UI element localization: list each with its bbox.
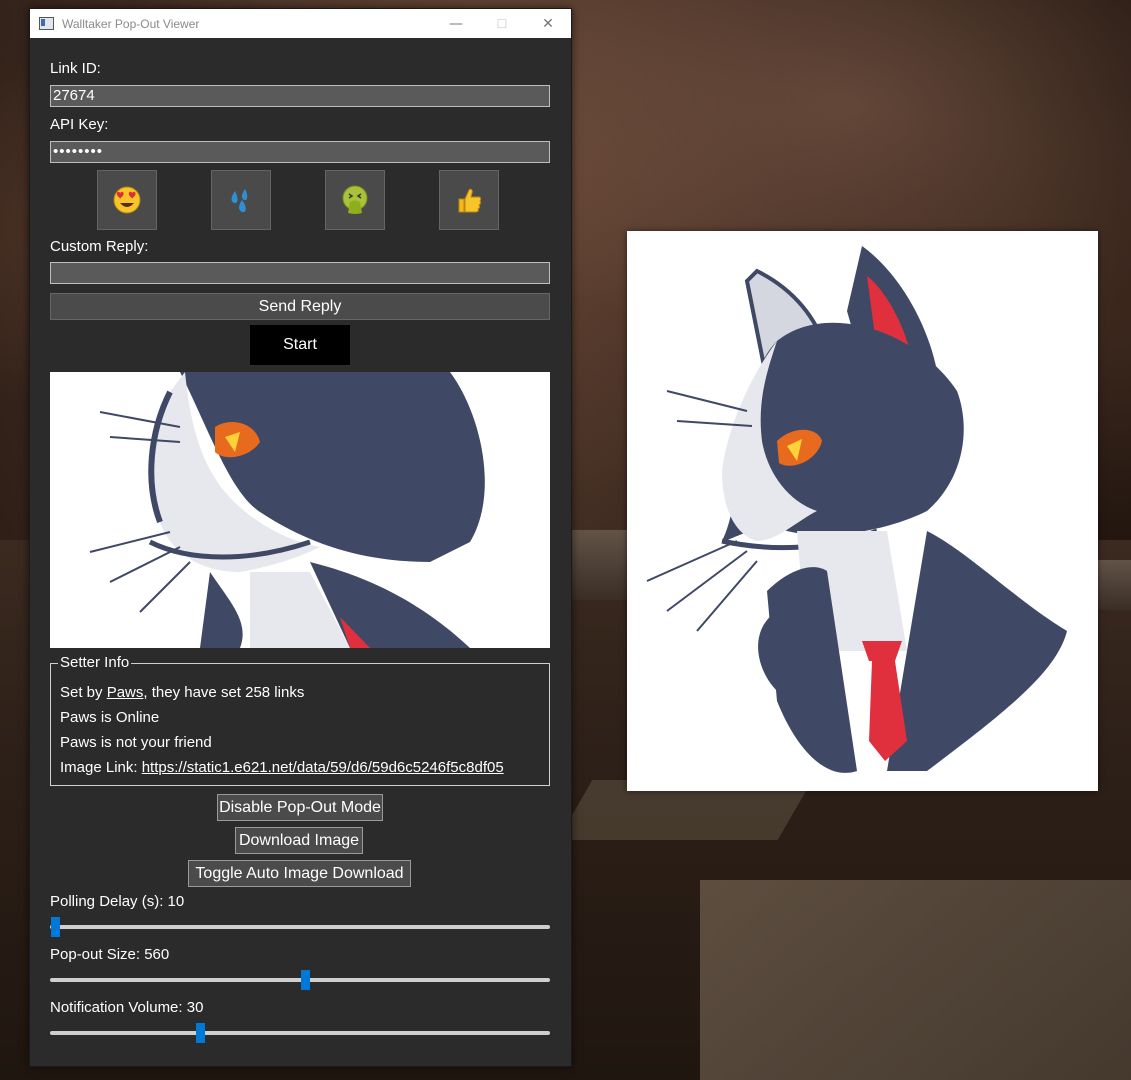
thumbs-up-emoji-icon [458,188,482,213]
notification-volume-slider[interactable] [50,1023,550,1043]
setter-info-group: Set by Paws, they have set 258 links Paw… [50,654,550,786]
link-id-label: Link ID: [50,60,101,77]
popout-size-slider[interactable] [50,970,550,990]
popout-image-window [627,231,1098,791]
popout-size-label: Pop-out Size: 560 [50,946,170,963]
sweat-droplets-emoji-icon [231,189,248,213]
disable-popout-button[interactable]: Disable Pop-Out Mode [217,794,383,821]
reaction-button-disgust[interactable] [325,170,385,230]
setter-info-legend: Setter Info [58,654,132,671]
title-bar[interactable]: Walltaker Pop-Out Viewer — ☐ ✕ [30,9,571,38]
image-link-label: Image Link: [60,759,142,776]
app-window-icon [39,17,54,30]
link-id-field[interactable]: 27674 [50,85,550,107]
notification-volume-label: Notification Volume: 30 [50,999,204,1016]
window-title: Walltaker Pop-Out Viewer [62,16,200,31]
online-status: Paws is Online [60,709,160,726]
reaction-button-ok[interactable] [439,170,499,230]
image-link[interactable]: https://static1.e621.net/data/59/d6/59d6… [142,759,504,776]
friend-status: Paws is not your friend [60,734,212,751]
maximize-button[interactable]: ☐ [479,9,525,38]
polling-delay-thumb[interactable] [51,917,60,937]
window-content: Link ID: 27674 API Key: •••••••• Custom … [30,38,571,1066]
heart-eyes-emoji-icon [113,186,141,214]
start-button[interactable]: Start [250,325,350,365]
polling-delay-slider[interactable] [50,917,550,937]
popout-size-thumb[interactable] [301,970,310,990]
custom-reply-field[interactable] [50,262,550,284]
reaction-button-love[interactable] [97,170,157,230]
api-key-label: API Key: [50,116,109,133]
image-link-line: Image Link: https://static1.e621.net/dat… [60,759,504,776]
polling-delay-label: Polling Delay (s): 10 [50,893,185,910]
set-by-suffix: , they have set 258 links [143,684,305,701]
desktop-wallpaper-building [1095,560,1131,610]
download-image-button[interactable]: Download Image [235,827,363,854]
image-preview [50,372,550,648]
custom-reply-label: Custom Reply: [50,238,149,255]
desktop-wallpaper-road [700,880,1131,1080]
reaction-button-horny[interactable] [211,170,271,230]
set-by-line: Set by Paws, they have set 258 links [60,684,304,701]
artwork-popout-image [627,231,1098,791]
desktop-wallpaper-building [570,530,630,600]
viewer-window: Walltaker Pop-Out Viewer — ☐ ✕ Link ID: … [29,8,572,1067]
setter-info-content: Set by Paws, they have set 258 links Paw… [51,664,547,785]
window-controls: — ☐ ✕ [433,9,571,38]
notification-volume-thumb[interactable] [196,1023,205,1043]
api-key-field[interactable]: •••••••• [50,141,550,163]
close-button[interactable]: ✕ [525,9,571,38]
minimize-button[interactable]: — [433,9,479,38]
send-reply-button[interactable]: Send Reply [50,293,550,320]
setter-profile-link[interactable]: Paws [107,684,144,701]
vomiting-face-emoji-icon [342,185,368,214]
set-by-prefix: Set by [60,684,107,701]
toggle-auto-download-button[interactable]: Toggle Auto Image Download [188,860,411,887]
artwork-preview-image [50,372,550,648]
